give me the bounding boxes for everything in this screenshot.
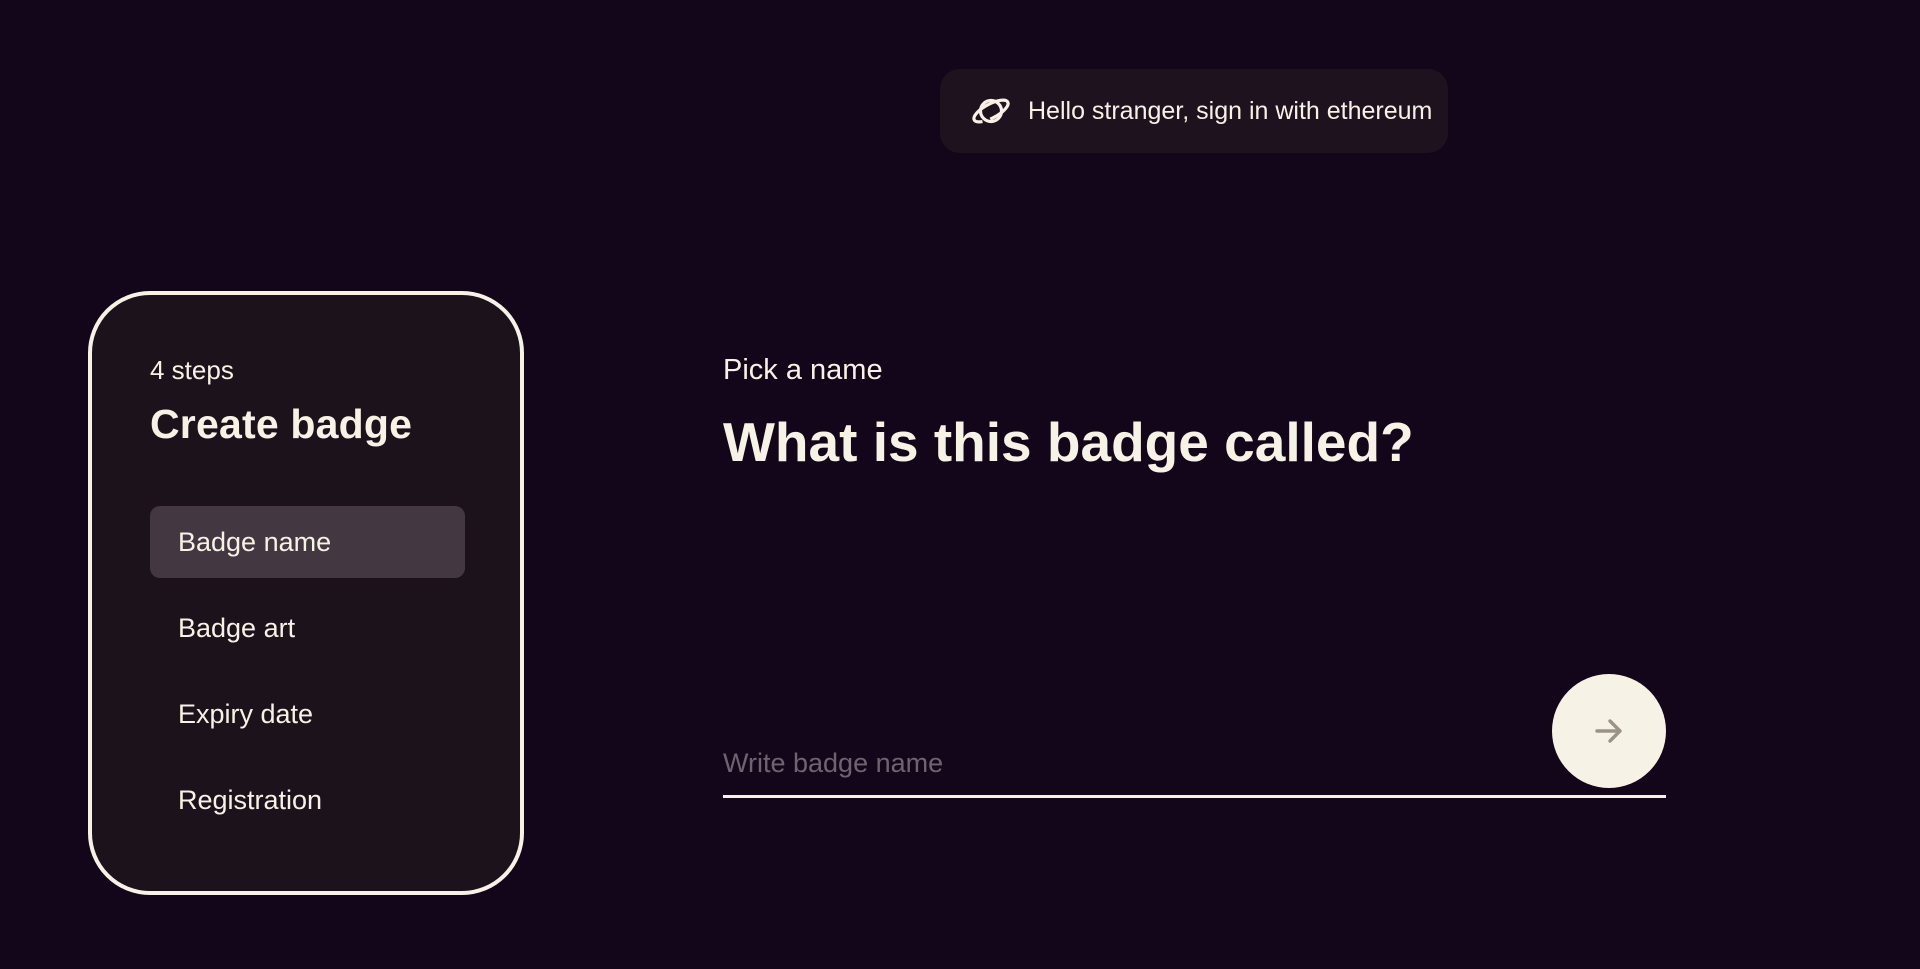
page-title: What is this badge called? <box>723 411 1414 473</box>
steps-title: Create badge <box>150 401 413 447</box>
step-item-label: Registration <box>178 784 323 815</box>
next-button[interactable] <box>1552 674 1666 788</box>
step-item-badge-name[interactable]: Badge name <box>150 506 465 578</box>
steps-card: 4 steps Create badge Badge name Badge ar… <box>88 291 524 895</box>
step-item-label: Badge name <box>178 526 332 557</box>
step-item-registration[interactable]: Registration <box>150 764 465 836</box>
step-item-label: Badge art <box>178 612 296 643</box>
step-item-badge-art[interactable]: Badge art <box>150 592 465 664</box>
planet-icon <box>972 98 1010 124</box>
section-label: Pick a name <box>723 354 883 386</box>
sign-in-button[interactable]: Hello stranger, sign in with ethereum <box>940 69 1448 153</box>
steps-count: 4 steps <box>150 355 234 385</box>
arrow-right-icon <box>1595 719 1622 743</box>
sign-in-label: Hello stranger, sign in with ethereum <box>1028 96 1433 125</box>
step-item-expiry-date[interactable]: Expiry date <box>150 678 465 750</box>
badge-name-input[interactable] <box>723 742 1666 798</box>
step-item-label: Expiry date <box>178 698 314 729</box>
